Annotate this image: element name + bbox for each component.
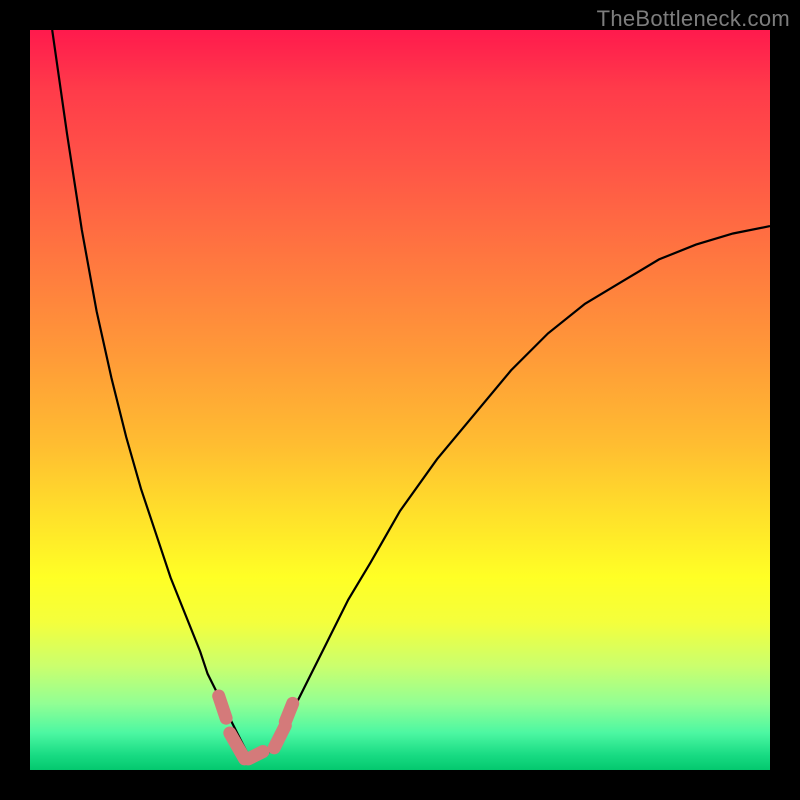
- accent-segments: [219, 696, 293, 759]
- attribution-text: TheBottleneck.com: [597, 6, 790, 32]
- frame: TheBottleneck.com: [0, 0, 800, 800]
- accent-segment: [285, 703, 292, 722]
- chart-svg: [30, 30, 770, 770]
- accent-segment: [248, 752, 263, 759]
- accent-segment: [230, 733, 245, 759]
- accent-segment: [219, 696, 226, 718]
- accent-segment: [274, 726, 285, 748]
- chart-curve: [52, 30, 770, 759]
